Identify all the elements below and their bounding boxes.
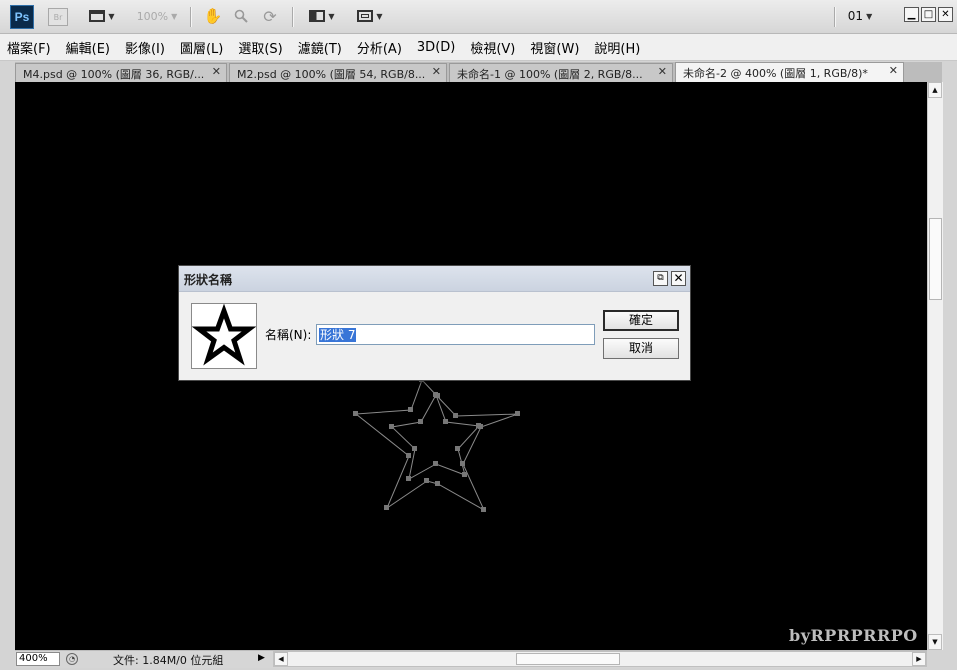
scroll-right-icon[interactable]: ▶: [912, 652, 926, 666]
document-size: 文件: 1.84M/0 位元組: [113, 654, 224, 667]
status-bar: 400% ◔ 文件: 1.84M/0 位元組 ▶ ◀ ▶: [15, 650, 927, 668]
chevron-down-icon: ▼: [376, 11, 383, 21]
status-info-icon[interactable]: ◔: [66, 653, 78, 665]
chevron-down-icon: ▼: [171, 11, 178, 21]
dialog-title: 形狀名稱: [184, 273, 233, 287]
menu-select[interactable]: 選取(S): [231, 38, 290, 57]
horizontal-scrollbar[interactable]: ◀ ▶: [273, 651, 927, 667]
screen-mode-button[interactable]: ▼: [352, 6, 388, 26]
document-tab[interactable]: 未命名-1 @ 100% (圖層 2, RGB/8... ✕: [449, 63, 673, 82]
name-label: 名稱(N):: [265, 328, 312, 342]
minimize-button[interactable]: ▁: [904, 7, 919, 22]
view-extras-button[interactable]: ▼: [83, 6, 121, 26]
rotate-view-icon[interactable]: ⟳: [260, 6, 280, 26]
star-outer-path: [354, 379, 519, 512]
close-button[interactable]: ✕: [938, 7, 953, 22]
vertical-scroll-thumb[interactable]: [929, 218, 942, 300]
zoom-level-select[interactable]: 100% ▼: [133, 6, 181, 26]
menu-file[interactable]: 檔案(F): [0, 38, 59, 57]
shape-preview: [191, 303, 257, 369]
shape-name-value: 形狀 7: [319, 328, 357, 342]
tab-close-icon[interactable]: ✕: [212, 65, 221, 78]
maximize-button[interactable]: □: [921, 7, 936, 22]
zoom-level-value: 100%: [136, 9, 169, 23]
hand-tool-icon[interactable]: ✋: [203, 6, 223, 26]
dialog-restore-icon[interactable]: ⧉: [653, 271, 668, 286]
horizontal-scroll-thumb[interactable]: [516, 653, 620, 665]
vertical-scrollbar[interactable]: ▲ ▼: [927, 82, 943, 650]
document-tab[interactable]: M2.psd @ 100% (圖層 54, RGB/8... ✕: [229, 63, 447, 82]
zoom-field[interactable]: 400%: [16, 652, 60, 666]
menu-layer[interactable]: 圖層(L): [173, 38, 231, 57]
workspace-name: 01: [847, 9, 864, 23]
toolbar-separator: [190, 7, 192, 27]
chevron-down-icon: ▼: [866, 11, 873, 21]
toolbar-separator: [834, 7, 836, 27]
view-extras-icon: [89, 10, 106, 22]
document-tab-bar: M4.psd @ 100% (圖層 36, RGB/... ✕ M2.psd @…: [15, 62, 942, 82]
tab-label: 未命名-2 @ 400% (圖層 1, RGB/8)*: [683, 67, 868, 80]
menu-help[interactable]: 說明(H): [587, 38, 648, 57]
tab-close-icon[interactable]: ✕: [658, 65, 667, 78]
cancel-button[interactable]: 取消: [603, 338, 679, 359]
watermark-text: byRPRPRRPO: [789, 626, 918, 645]
scroll-up-icon[interactable]: ▲: [928, 82, 942, 98]
chevron-down-icon: ▼: [108, 11, 115, 21]
tab-label: 未命名-1 @ 100% (圖層 2, RGB/8...: [457, 68, 643, 81]
scroll-left-icon[interactable]: ◀: [274, 652, 288, 666]
tab-close-icon[interactable]: ✕: [432, 65, 441, 78]
ok-button[interactable]: 確定: [603, 310, 679, 331]
dialog-title-bar[interactable]: 形狀名稱 ⧉ ✕: [179, 266, 690, 292]
arrange-documents-icon: [309, 10, 326, 22]
shape-name-input[interactable]: 形狀 7: [316, 324, 595, 345]
menu-analysis[interactable]: 分析(A): [350, 38, 410, 57]
application-bar: Ps Br ▼ 100% ▼ ✋ ⟳ ▼ ▼ 01 ▼ ▁ □ ✕: [0, 0, 957, 34]
menu-bar: 檔案(F) 編輯(E) 影像(I) 圖層(L) 選取(S) 濾鏡(T) 分析(A…: [0, 34, 957, 61]
document-tab[interactable]: M4.psd @ 100% (圖層 36, RGB/... ✕: [15, 63, 227, 82]
photoshop-logo[interactable]: Ps: [10, 5, 34, 29]
scroll-down-icon[interactable]: ▼: [928, 634, 942, 650]
menu-edit[interactable]: 編輯(E): [59, 38, 118, 57]
shape-name-dialog: 形狀名稱 ⧉ ✕ 名稱(N): 形狀 7 確定 取消: [178, 265, 691, 381]
status-menu-arrow-icon[interactable]: ▶: [258, 653, 265, 663]
bridge-launch-button[interactable]: Br: [48, 8, 68, 26]
menu-filter[interactable]: 濾鏡(T): [291, 38, 350, 57]
menu-3d[interactable]: 3D(D): [410, 40, 463, 55]
star-shape-icon: [191, 303, 257, 366]
zoom-tool-icon[interactable]: [231, 6, 251, 26]
dialog-close-icon[interactable]: ✕: [671, 271, 686, 286]
menu-view[interactable]: 檢視(V): [463, 38, 523, 57]
panel-edge: [943, 62, 957, 670]
workspace-switcher[interactable]: 01 ▼: [839, 6, 881, 26]
arrange-documents-button[interactable]: ▼: [305, 6, 339, 26]
tab-close-icon[interactable]: ✕: [889, 64, 898, 77]
menu-image[interactable]: 影像(I): [118, 38, 173, 57]
document-tab-active[interactable]: 未命名-2 @ 400% (圖層 1, RGB/8)* ✕: [675, 62, 904, 82]
toolbar-separator: [292, 7, 294, 27]
path-anchor-points: [353, 377, 520, 512]
tab-label: M2.psd @ 100% (圖層 54, RGB/8...: [237, 68, 426, 81]
window-controls: ▁ □ ✕: [904, 7, 953, 22]
screen-mode-icon: [357, 10, 374, 22]
chevron-down-icon: ▼: [328, 11, 335, 21]
menu-window[interactable]: 視窗(W): [523, 38, 587, 57]
tab-label: M4.psd @ 100% (圖層 36, RGB/...: [23, 68, 205, 81]
